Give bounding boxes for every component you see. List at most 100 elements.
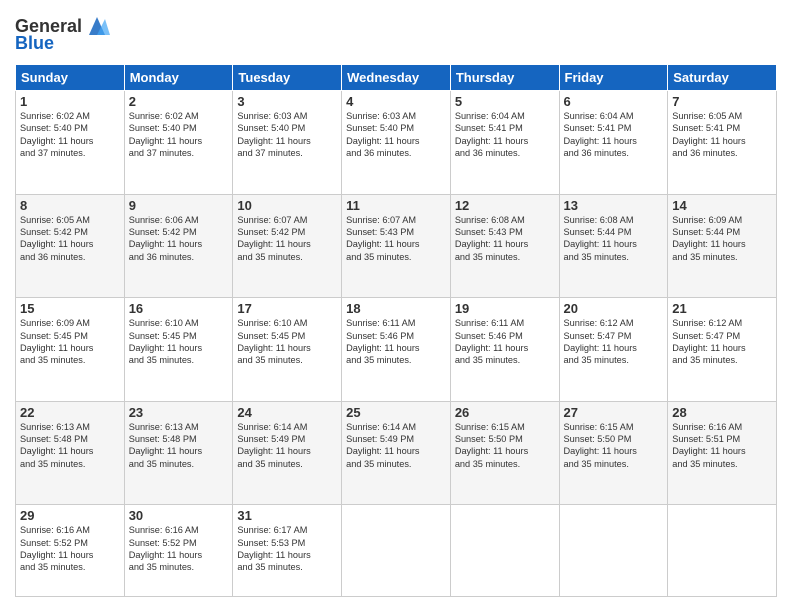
day-number: 27 (564, 405, 664, 420)
day-info: Sunrise: 6:05 AMSunset: 5:42 PMDaylight:… (20, 214, 120, 264)
day-number: 13 (564, 198, 664, 213)
day-number: 9 (129, 198, 229, 213)
day-info: Sunrise: 6:08 AMSunset: 5:44 PMDaylight:… (564, 214, 664, 264)
col-saturday: Saturday (668, 65, 777, 91)
table-row: 26Sunrise: 6:15 AMSunset: 5:50 PMDayligh… (450, 401, 559, 505)
day-number: 31 (237, 508, 337, 523)
table-row: 31Sunrise: 6:17 AMSunset: 5:53 PMDayligh… (233, 505, 342, 597)
day-info: Sunrise: 6:11 AMSunset: 5:46 PMDaylight:… (455, 317, 555, 367)
table-row (342, 505, 451, 597)
day-info: Sunrise: 6:04 AMSunset: 5:41 PMDaylight:… (455, 110, 555, 160)
table-row: 7Sunrise: 6:05 AMSunset: 5:41 PMDaylight… (668, 91, 777, 195)
table-row: 28Sunrise: 6:16 AMSunset: 5:51 PMDayligh… (668, 401, 777, 505)
calendar-week-row: 29Sunrise: 6:16 AMSunset: 5:52 PMDayligh… (16, 505, 777, 597)
day-number: 21 (672, 301, 772, 316)
day-info: Sunrise: 6:07 AMSunset: 5:43 PMDaylight:… (346, 214, 446, 264)
table-row: 25Sunrise: 6:14 AMSunset: 5:49 PMDayligh… (342, 401, 451, 505)
day-info: Sunrise: 6:15 AMSunset: 5:50 PMDaylight:… (455, 421, 555, 471)
col-tuesday: Tuesday (233, 65, 342, 91)
day-info: Sunrise: 6:03 AMSunset: 5:40 PMDaylight:… (237, 110, 337, 160)
col-friday: Friday (559, 65, 668, 91)
logo: General Blue (15, 15, 110, 54)
table-row: 22Sunrise: 6:13 AMSunset: 5:48 PMDayligh… (16, 401, 125, 505)
day-info: Sunrise: 6:04 AMSunset: 5:41 PMDaylight:… (564, 110, 664, 160)
col-monday: Monday (124, 65, 233, 91)
table-row: 11Sunrise: 6:07 AMSunset: 5:43 PMDayligh… (342, 194, 451, 298)
day-number: 28 (672, 405, 772, 420)
page: General Blue Sunday Monday Tuesday Wedne… (0, 0, 792, 612)
day-info: Sunrise: 6:11 AMSunset: 5:46 PMDaylight:… (346, 317, 446, 367)
table-row: 17Sunrise: 6:10 AMSunset: 5:45 PMDayligh… (233, 298, 342, 402)
day-number: 19 (455, 301, 555, 316)
table-row: 8Sunrise: 6:05 AMSunset: 5:42 PMDaylight… (16, 194, 125, 298)
day-number: 26 (455, 405, 555, 420)
table-row: 12Sunrise: 6:08 AMSunset: 5:43 PMDayligh… (450, 194, 559, 298)
calendar-table: Sunday Monday Tuesday Wednesday Thursday… (15, 64, 777, 597)
day-number: 8 (20, 198, 120, 213)
logo-icon (84, 15, 110, 37)
table-row: 21Sunrise: 6:12 AMSunset: 5:47 PMDayligh… (668, 298, 777, 402)
table-row: 1Sunrise: 6:02 AMSunset: 5:40 PMDaylight… (16, 91, 125, 195)
day-info: Sunrise: 6:09 AMSunset: 5:45 PMDaylight:… (20, 317, 120, 367)
calendar-header-row: Sunday Monday Tuesday Wednesday Thursday… (16, 65, 777, 91)
day-number: 23 (129, 405, 229, 420)
table-row: 18Sunrise: 6:11 AMSunset: 5:46 PMDayligh… (342, 298, 451, 402)
day-info: Sunrise: 6:16 AMSunset: 5:52 PMDaylight:… (20, 524, 120, 574)
day-number: 16 (129, 301, 229, 316)
day-info: Sunrise: 6:05 AMSunset: 5:41 PMDaylight:… (672, 110, 772, 160)
calendar-week-row: 1Sunrise: 6:02 AMSunset: 5:40 PMDaylight… (16, 91, 777, 195)
table-row (450, 505, 559, 597)
table-row (668, 505, 777, 597)
col-sunday: Sunday (16, 65, 125, 91)
table-row: 24Sunrise: 6:14 AMSunset: 5:49 PMDayligh… (233, 401, 342, 505)
day-number: 29 (20, 508, 120, 523)
day-number: 14 (672, 198, 772, 213)
day-number: 11 (346, 198, 446, 213)
calendar-week-row: 22Sunrise: 6:13 AMSunset: 5:48 PMDayligh… (16, 401, 777, 505)
day-number: 6 (564, 94, 664, 109)
table-row: 6Sunrise: 6:04 AMSunset: 5:41 PMDaylight… (559, 91, 668, 195)
header: General Blue (15, 15, 777, 54)
table-row: 4Sunrise: 6:03 AMSunset: 5:40 PMDaylight… (342, 91, 451, 195)
day-number: 22 (20, 405, 120, 420)
day-info: Sunrise: 6:15 AMSunset: 5:50 PMDaylight:… (564, 421, 664, 471)
day-number: 18 (346, 301, 446, 316)
day-number: 7 (672, 94, 772, 109)
day-info: Sunrise: 6:16 AMSunset: 5:51 PMDaylight:… (672, 421, 772, 471)
table-row: 20Sunrise: 6:12 AMSunset: 5:47 PMDayligh… (559, 298, 668, 402)
day-number: 30 (129, 508, 229, 523)
day-info: Sunrise: 6:02 AMSunset: 5:40 PMDaylight:… (129, 110, 229, 160)
day-info: Sunrise: 6:06 AMSunset: 5:42 PMDaylight:… (129, 214, 229, 264)
table-row: 23Sunrise: 6:13 AMSunset: 5:48 PMDayligh… (124, 401, 233, 505)
calendar-week-row: 8Sunrise: 6:05 AMSunset: 5:42 PMDaylight… (16, 194, 777, 298)
table-row: 30Sunrise: 6:16 AMSunset: 5:52 PMDayligh… (124, 505, 233, 597)
day-info: Sunrise: 6:13 AMSunset: 5:48 PMDaylight:… (20, 421, 120, 471)
table-row: 14Sunrise: 6:09 AMSunset: 5:44 PMDayligh… (668, 194, 777, 298)
day-info: Sunrise: 6:13 AMSunset: 5:48 PMDaylight:… (129, 421, 229, 471)
day-info: Sunrise: 6:12 AMSunset: 5:47 PMDaylight:… (672, 317, 772, 367)
table-row: 3Sunrise: 6:03 AMSunset: 5:40 PMDaylight… (233, 91, 342, 195)
day-number: 24 (237, 405, 337, 420)
day-info: Sunrise: 6:09 AMSunset: 5:44 PMDaylight:… (672, 214, 772, 264)
table-row: 27Sunrise: 6:15 AMSunset: 5:50 PMDayligh… (559, 401, 668, 505)
table-row: 5Sunrise: 6:04 AMSunset: 5:41 PMDaylight… (450, 91, 559, 195)
day-info: Sunrise: 6:12 AMSunset: 5:47 PMDaylight:… (564, 317, 664, 367)
col-wednesday: Wednesday (342, 65, 451, 91)
table-row: 10Sunrise: 6:07 AMSunset: 5:42 PMDayligh… (233, 194, 342, 298)
day-number: 5 (455, 94, 555, 109)
table-row: 2Sunrise: 6:02 AMSunset: 5:40 PMDaylight… (124, 91, 233, 195)
day-info: Sunrise: 6:03 AMSunset: 5:40 PMDaylight:… (346, 110, 446, 160)
day-number: 25 (346, 405, 446, 420)
table-row: 19Sunrise: 6:11 AMSunset: 5:46 PMDayligh… (450, 298, 559, 402)
day-number: 4 (346, 94, 446, 109)
day-info: Sunrise: 6:16 AMSunset: 5:52 PMDaylight:… (129, 524, 229, 574)
day-number: 20 (564, 301, 664, 316)
table-row: 29Sunrise: 6:16 AMSunset: 5:52 PMDayligh… (16, 505, 125, 597)
day-info: Sunrise: 6:10 AMSunset: 5:45 PMDaylight:… (237, 317, 337, 367)
day-info: Sunrise: 6:02 AMSunset: 5:40 PMDaylight:… (20, 110, 120, 160)
day-info: Sunrise: 6:07 AMSunset: 5:42 PMDaylight:… (237, 214, 337, 264)
table-row: 16Sunrise: 6:10 AMSunset: 5:45 PMDayligh… (124, 298, 233, 402)
day-number: 1 (20, 94, 120, 109)
day-number: 10 (237, 198, 337, 213)
day-info: Sunrise: 6:10 AMSunset: 5:45 PMDaylight:… (129, 317, 229, 367)
